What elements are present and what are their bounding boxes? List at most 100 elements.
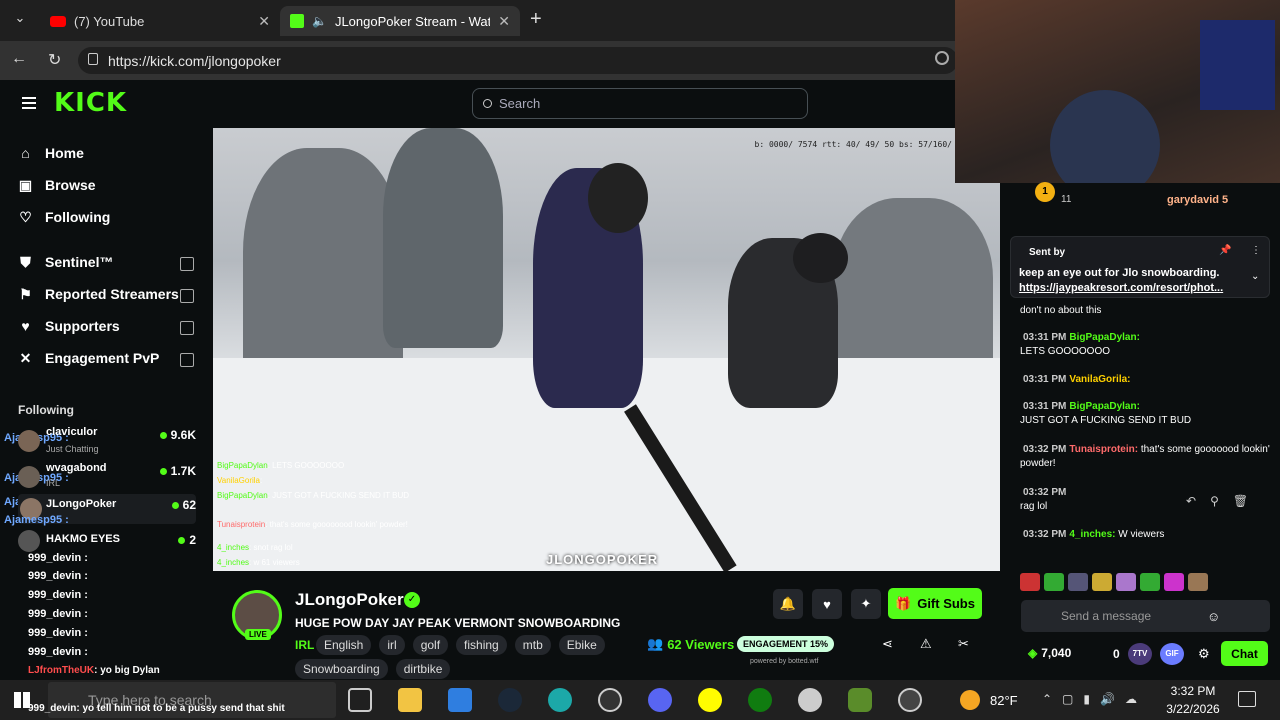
7tv-button[interactable]: 7TV <box>1128 643 1152 665</box>
app-icon[interactable] <box>798 688 822 712</box>
sidebar-item-engagement[interactable]: ✕ Engagement PvP <box>18 346 160 370</box>
sparkle-button[interactable]: ✦ <box>851 589 881 619</box>
sidebar-item-sentinel[interactable]: ⛊ Sentinel™ <box>18 250 113 274</box>
notification-bell-button[interactable]: 🔔 <box>773 589 803 619</box>
tab-title: JLongoPoker Stream - Watch <box>334 13 490 29</box>
kick-tab-icon <box>290 14 304 28</box>
chat-username: LJfromTheUK <box>28 665 95 676</box>
sidebar-item-following[interactable]: ♡ Following <box>18 205 110 229</box>
chat-message: 03:31 PM BigPapaDylan: JUST GOT A FUCKING … <box>1020 401 1192 426</box>
sidebar-item-label: Supporters <box>45 318 120 334</box>
weather-icon[interactable] <box>960 690 980 710</box>
gifter-name: garydavid 5 <box>1167 194 1229 206</box>
tab-title: (7) YouTube <box>74 13 145 29</box>
chat-username[interactable]: VanilaGorila: <box>1069 374 1130 385</box>
emoji-icon[interactable]: ☺ <box>1207 609 1220 624</box>
close-icon[interactable]: ✕ <box>258 13 270 30</box>
pin-icon[interactable]: ⚲ <box>1210 494 1219 508</box>
browse-icon: ▣ <box>18 176 33 193</box>
steam-icon[interactable] <box>498 688 522 712</box>
tag[interactable]: fishing <box>456 635 507 655</box>
app-icon[interactable] <box>898 688 922 712</box>
external-icon <box>180 257 194 271</box>
chat-username[interactable]: BigPapaDylan: <box>1069 401 1140 412</box>
pinned-link[interactable]: https://jaypeakresort.com/resort/phot... <box>1019 282 1239 294</box>
task-view-icon[interactable] <box>348 688 372 712</box>
stream-category[interactable]: IRL <box>295 638 314 652</box>
chevron-down-icon[interactable]: ⌄ <box>1251 271 1259 282</box>
sidebar-item-reported[interactable]: ⚑ Reported Streamers <box>18 282 179 306</box>
search-input[interactable]: Search <box>472 88 808 119</box>
avatar <box>18 430 40 452</box>
reply-icon[interactable]: ↶ <box>1186 494 1196 508</box>
search-placeholder: Search <box>499 96 541 111</box>
following-item-claviculor[interactable]: claviculor Just Chatting 9.6K <box>18 426 196 456</box>
speaker-icon[interactable]: 🔈 <box>312 14 327 28</box>
report-icon[interactable]: ⚠ <box>920 636 932 652</box>
delete-icon[interactable]: 🗑 <box>1233 494 1248 508</box>
chat-username[interactable]: Tunaisprotein: <box>1069 444 1138 455</box>
menu-icon[interactable] <box>22 97 36 109</box>
search-icon <box>483 99 492 108</box>
chat-send-button[interactable]: Chat <box>1221 641 1268 666</box>
edge-icon[interactable] <box>548 688 572 712</box>
back-icon[interactable]: ← <box>11 50 27 68</box>
search-icon[interactable] <box>935 51 949 65</box>
discord-icon[interactable] <box>648 688 672 712</box>
reload-icon[interactable]: ↻ <box>48 50 61 70</box>
pin-icon[interactable]: 📌 <box>1219 245 1231 256</box>
channel-points[interactable]: ◈ 7,040 <box>1028 646 1071 660</box>
store-icon[interactable] <box>448 688 472 712</box>
tab-dropdown-icon[interactable]: ⌄ <box>10 10 30 30</box>
overlay-chat-line: 999_devin : <box>28 646 88 658</box>
chat-username[interactable]: BigPapaDylan: <box>1069 332 1140 343</box>
tag[interactable]: mtb <box>514 635 551 655</box>
chat-message-input[interactable]: Send a message <box>1021 600 1270 632</box>
tag[interactable]: irl <box>379 635 405 655</box>
overlay-chat-line: 999_devin : <box>28 570 88 582</box>
snapchat-icon[interactable] <box>698 688 722 712</box>
clip-icon[interactable]: ✂ <box>958 636 969 652</box>
tag[interactable]: English <box>316 635 372 655</box>
sidebar-item-supporters[interactable]: ♥ Supporters <box>18 314 120 338</box>
new-tab-button[interactable]: + <box>530 8 542 31</box>
more-icon[interactable]: ⋮ <box>1251 245 1261 256</box>
close-icon[interactable]: ✕ <box>498 13 510 30</box>
share-icon[interactable]: ⋖ <box>882 636 893 652</box>
following-item-hakmo[interactable]: HAKMO EYES 2 <box>18 530 196 552</box>
chat-username[interactable]: 4_inches: <box>1069 529 1115 540</box>
chess-icon[interactable] <box>848 688 872 712</box>
gif-button[interactable]: GIF <box>1160 643 1184 665</box>
engagement-meter: ENGAGEMENT 15% <box>737 636 835 652</box>
kick-logo[interactable]: KICK <box>54 88 127 118</box>
video-chat-overlay: BigPapaDylan: LETS GOOOOOOO VanilaGorila… <box>217 458 457 570</box>
tray-icons[interactable]: ⌃▢▮🔊☁ <box>1042 692 1147 706</box>
tag[interactable]: dirtbike <box>395 659 451 679</box>
sidebar-item-home[interactable]: ⌂ Home <box>18 141 84 165</box>
weather-temp: 82°F <box>990 693 1018 708</box>
clock-time[interactable]: 3:32 PM <box>1168 684 1218 698</box>
tag[interactable]: Ebike <box>558 635 605 655</box>
following-item-wvagabond[interactable]: wvagabond IRL 1.7K <box>18 462 196 492</box>
video-player[interactable]: b: 0000/ 7574 rtt: 40/ 49/ 50 bs: 57/160… <box>213 128 1000 571</box>
emote-strip <box>1020 573 1270 593</box>
obs-icon[interactable] <box>598 688 622 712</box>
tab-kick[interactable]: 🔈 JLongoPoker Stream - Watch ✕ <box>280 6 520 36</box>
tag[interactable]: Snowboarding <box>295 659 388 679</box>
gift-subs-button[interactable]: 🎁 Gift Subs <box>888 588 982 619</box>
follow-heart-button[interactable]: ♥ <box>812 589 842 619</box>
clock-date[interactable]: 3/22/2026 <box>1163 702 1223 716</box>
file-explorer-icon[interactable] <box>398 688 422 712</box>
pinned-message[interactable]: Sent by 📌 ⋮ keep an eye out for Jlo snow… <box>1010 236 1270 298</box>
url-input[interactable]: https://kick.com/jlongopoker <box>78 47 958 74</box>
xbox-icon[interactable] <box>748 688 772 712</box>
external-icon <box>180 289 194 303</box>
overlay-chat-line: VanilaGorila: <box>217 476 263 485</box>
tab-youtube[interactable]: (7) YouTube ✕ <box>40 6 280 36</box>
overlay-chat-line: Ajamesp95 : <box>4 514 69 526</box>
settings-icon[interactable]: ⚙ <box>1198 646 1210 662</box>
tag[interactable]: golf <box>412 635 449 655</box>
notifications-icon[interactable] <box>1238 691 1256 707</box>
streamer-name[interactable]: JLongoPoker <box>295 590 404 610</box>
sidebar-item-browse[interactable]: ▣ Browse <box>18 173 96 197</box>
